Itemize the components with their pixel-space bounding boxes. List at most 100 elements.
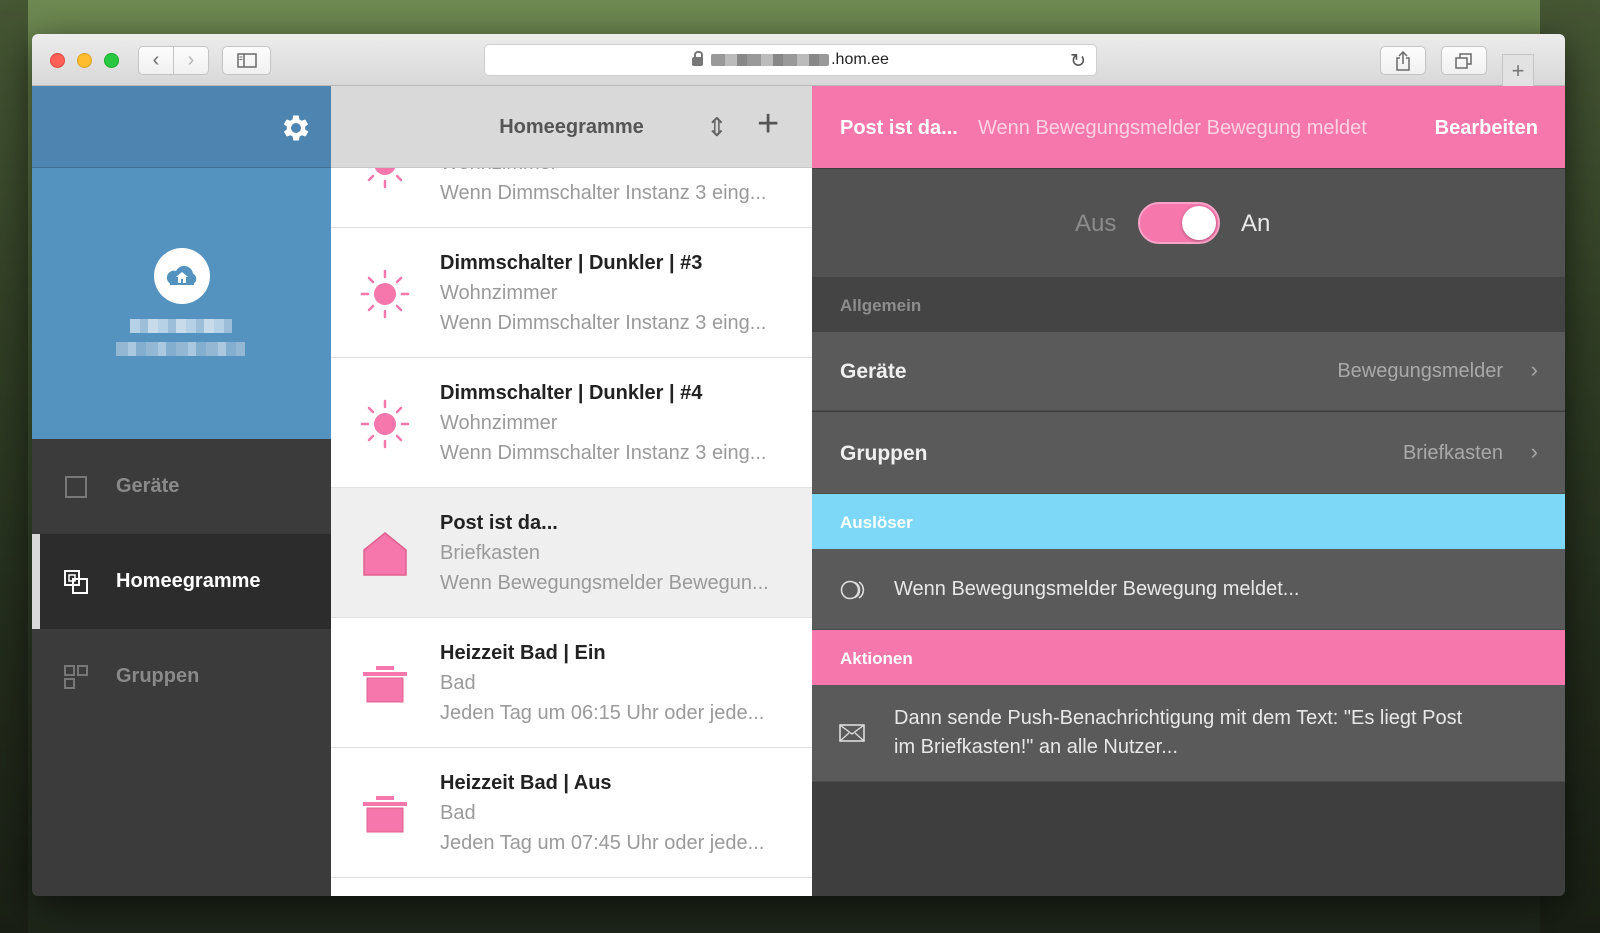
new-tab-button[interactable]: + (1502, 54, 1534, 86)
tabs-overview-button[interactable] (1441, 46, 1487, 75)
redacted-username (130, 319, 232, 333)
motion-sensor-icon (840, 580, 865, 600)
list-item[interactable]: Dimmschalter | Dunkler | #4 Wohnzimmer W… (331, 358, 812, 488)
homeegram-detail-panel: Post ist da... Wenn Bewegungsmelder Bewe… (812, 86, 1565, 896)
active-toggle-row: Aus An (812, 169, 1565, 277)
pot-icon (363, 796, 407, 833)
maximize-window-button[interactable] (104, 53, 119, 68)
section-title: Aktionen (840, 649, 913, 668)
chevron-right-icon: › (1530, 357, 1538, 382)
sidebar-icon (236, 53, 257, 68)
chevron-right-icon: › (187, 49, 195, 71)
row-value: Bewegungsmelder (1337, 360, 1503, 382)
list-item-subtitle: Briefkasten (440, 542, 541, 564)
list-item-description: Jeden Tag um 07:45 Uhr oder jede... (440, 832, 765, 854)
share-button[interactable] (1380, 46, 1426, 75)
user-profile (32, 168, 331, 439)
app-sidebar: Geräte Homeegramme Gruppen (32, 86, 331, 896)
minimize-window-button[interactable] (77, 53, 92, 68)
lock-icon (692, 50, 704, 66)
active-switch[interactable] (1138, 202, 1220, 244)
sidebar-item-label: Homeegramme (116, 570, 261, 592)
sun-icon (360, 269, 410, 319)
list-item-description: Wenn Dimmschalter Instanz 3 eing... (440, 312, 767, 334)
homeegram-icon (64, 570, 88, 594)
list-item-title: Dimmschalter | Dunkler | #3 (440, 252, 703, 274)
sidebar-item-geraete[interactable]: Geräte (32, 439, 331, 534)
forward-button[interactable]: › (173, 46, 209, 75)
sun-icon (360, 399, 410, 449)
list-item-subtitle: Bad (440, 672, 476, 694)
tabs-icon (1455, 52, 1472, 69)
list-item-description: Wenn Bewegungsmelder Bewegun... (440, 572, 769, 594)
list-item-description: Wenn Dimmschalter Instanz 3 eing... (440, 182, 767, 204)
toggle-off-label: Aus (1075, 210, 1117, 237)
action-text-line-2: im Briefkasten!" an alle Nutzer... (894, 736, 1178, 758)
list-item-subtitle: Wohnzimmer (440, 282, 558, 304)
section-title: Allgemein (840, 296, 922, 315)
groups-icon (64, 665, 88, 689)
sidebar-item-homeegramme[interactable]: Homeegramme (32, 534, 331, 629)
detail-header: Post ist da... Wenn Bewegungsmelder Bewe… (812, 86, 1565, 168)
detail-trigger-summary: Wenn Bewegungsmelder Bewegung meldet (978, 117, 1367, 139)
list-item[interactable]: Heizzeit Bad | Aus Bad Jeden Tag um 07:4… (331, 748, 812, 878)
list-header: Homeegramme ⇕ + (331, 86, 812, 168)
action-text: Dann sende Push-Benachrichtigung mit dem… (894, 704, 1462, 762)
edit-button[interactable]: Bearbeiten (1435, 117, 1538, 140)
active-indicator (32, 534, 40, 629)
section-triggers: Auslöser (812, 494, 1565, 549)
list-item-subtitle: Bad (440, 802, 476, 824)
action-text-line-1: Dann sende Push-Benachrichtigung mit dem… (894, 707, 1463, 729)
list-item-subtitle: Wohnzimmer (440, 412, 558, 434)
sidebar-toggle-button[interactable] (222, 46, 271, 75)
list-item[interactable]: Dimmschalter | Dunkler | #3 Wohnzimmer W… (331, 228, 812, 358)
list-item[interactable]: Heizzeit Bad | Ein Bad Jeden Tag um 06:1… (331, 618, 812, 748)
browser-toolbar: ‹ › .hom.ee ↻ + (32, 34, 1565, 86)
list-item-selected[interactable]: Post ist da... Briefkasten Wenn Bewegung… (331, 488, 812, 618)
envelope-icon (839, 724, 865, 742)
sidebar-item-label: Gruppen (116, 665, 200, 687)
cloud-home-icon (166, 265, 197, 285)
page-title: Homeegramme (499, 116, 644, 138)
chevron-right-icon: › (1530, 439, 1538, 464)
row-value: Briefkasten (1402, 442, 1503, 464)
section-general: Allgemein (812, 277, 1565, 332)
close-window-button[interactable] (50, 53, 65, 68)
groups-row[interactable]: Gruppen Briefkasten › (812, 412, 1565, 494)
section-actions: Aktionen (812, 630, 1565, 685)
add-icon[interactable]: + (757, 103, 779, 146)
detail-title: Post ist da... (840, 117, 958, 139)
house-icon (363, 532, 407, 576)
row-label: Geräte (840, 360, 907, 383)
address-bar[interactable]: .hom.ee ↻ (484, 44, 1097, 76)
square-icon (65, 476, 87, 498)
trigger-item[interactable]: Wenn Bewegungsmelder Bewegung meldet... (812, 549, 1565, 630)
browser-window: ‹ › .hom.ee ↻ + Geräte Homeegramme Grupp… (32, 34, 1565, 896)
chevron-left-icon: ‹ (152, 49, 160, 71)
list-item-title: Post ist da... (440, 512, 558, 534)
list-item-title: Dimmschalter | Dunkler | #4 (440, 382, 703, 404)
list-item-description: Wenn Dimmschalter Instanz 3 eing... (440, 442, 767, 464)
section-title: Auslöser (840, 513, 913, 532)
redacted-email (116, 342, 245, 356)
sidebar-header (32, 86, 331, 168)
sidebar-item-gruppen[interactable]: Gruppen (32, 629, 331, 724)
sidebar-item-label: Geräte (116, 475, 180, 497)
sort-icon[interactable]: ⇕ (706, 112, 728, 143)
gear-icon[interactable] (279, 111, 313, 145)
url-suffix: .hom.ee (831, 51, 889, 68)
toggle-on-label: An (1241, 210, 1271, 237)
list-item-title: Heizzeit Bad | Ein (440, 642, 606, 664)
redacted-hostname (711, 54, 830, 66)
homeegram-list-panel: Homeegramme ⇕ + Wohnzimmer Wenn Dimmscha… (331, 86, 812, 896)
share-icon (1396, 50, 1410, 71)
action-item[interactable]: Dann sende Push-Benachrichtigung mit dem… (812, 685, 1565, 782)
devices-row[interactable]: Geräte Bewegungsmelder › (812, 332, 1565, 411)
switch-knob (1182, 206, 1216, 240)
pot-icon (363, 666, 407, 703)
trigger-text: Wenn Bewegungsmelder Bewegung meldet... (894, 578, 1300, 600)
list-item-title: Heizzeit Bad | Aus (440, 772, 612, 794)
list-item-description: Jeden Tag um 06:15 Uhr oder jede... (440, 702, 765, 724)
back-button[interactable]: ‹ (138, 46, 174, 75)
reload-icon[interactable]: ↻ (1070, 50, 1086, 73)
